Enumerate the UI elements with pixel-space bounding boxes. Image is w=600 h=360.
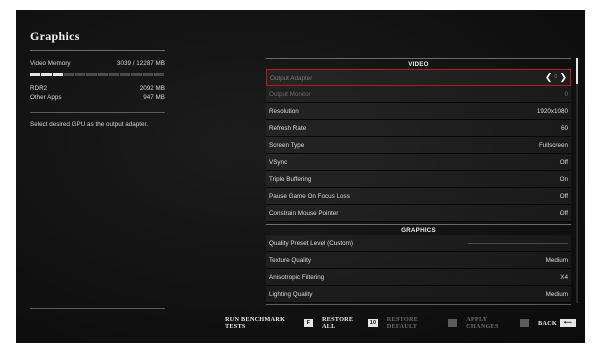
output-adapter-selector[interactable]: ❮ 0 ❯: [545, 70, 567, 85]
key-hint: [520, 319, 529, 327]
setting-vsync[interactable]: VSync Off: [266, 154, 571, 171]
other-apps-memory-stat: Other Apps 947 MB: [30, 94, 165, 101]
stat-label: Other Apps: [30, 94, 62, 101]
setting-label: Screen Type: [269, 142, 305, 149]
setting-value: Medium: [545, 291, 568, 298]
settings-list: Video Output Adapter ❮ 0 ❯ Output Monito…: [266, 58, 571, 303]
setting-triple-buffering[interactable]: Triple Buffering On: [266, 171, 571, 188]
setting-pause-on-focus-loss[interactable]: Pause Game On Focus Loss Off: [266, 188, 571, 205]
setting-value: 60: [560, 125, 568, 132]
setting-screen-type[interactable]: Screen Type Fullscreen: [266, 137, 571, 154]
stat-value: 947 MB: [143, 94, 165, 101]
setting-value: 0: [554, 74, 558, 80]
setting-value: 1920x1080: [536, 108, 568, 115]
video-memory-bar-segments: [30, 73, 165, 76]
section-header-graphics: Graphics: [266, 224, 571, 235]
setting-output-adapter[interactable]: Output Adapter ❮ 0 ❯: [266, 69, 571, 86]
setting-label: Texture Quality: [269, 257, 311, 264]
setting-label: Constrain Mouse Pointer: [269, 210, 339, 217]
section-header-video: Video: [266, 58, 571, 69]
setting-constrain-mouse-pointer[interactable]: Constrain Mouse Pointer Off: [266, 205, 571, 222]
setting-value: Fullscreen: [538, 142, 568, 149]
setting-value: X4: [560, 274, 568, 281]
action-label: Restore Default: [386, 316, 419, 330]
key-hint: 10: [367, 319, 378, 327]
setting-label: Output Adapter: [270, 75, 313, 82]
setting-anisotropic-filtering[interactable]: Anisotropic Filtering X4: [266, 269, 571, 286]
setting-label: Quality Preset Level (Custom): [269, 240, 353, 247]
stat-value: 3039 / 12287 MB: [117, 60, 165, 67]
action-label: Back: [538, 319, 557, 327]
scrollbar-thumb[interactable]: [576, 58, 578, 84]
setting-label: Pause Game On Focus Loss: [269, 193, 350, 200]
setting-lighting-quality[interactable]: Lighting Quality Medium: [266, 286, 571, 303]
video-memory-stat: Video Memory 3039 / 12287 MB: [30, 60, 165, 67]
setting-value: Off: [559, 193, 568, 200]
rdr2-memory-stat: RDR2 2092 MB: [30, 85, 165, 92]
divider: [30, 308, 165, 309]
setting-output-monitor: Output Monitor 0: [266, 86, 571, 103]
action-label: Run Benchmark Tests: [225, 316, 286, 330]
back-button[interactable]: Back ⟵: [538, 319, 576, 327]
stat-label: RDR2: [30, 85, 48, 92]
run-benchmark-button[interactable]: Run Benchmark Tests F: [225, 316, 313, 330]
setting-label: Lighting Quality: [269, 291, 313, 298]
screen: Graphics Video Memory 3039 / 12287 MB RD…: [0, 0, 600, 360]
action-label: Restore All: [321, 316, 354, 330]
setting-value: Off: [559, 159, 568, 166]
key-hint: [448, 319, 458, 327]
setting-texture-quality[interactable]: Texture Quality Medium: [266, 252, 571, 269]
setting-label: Resolution: [269, 108, 299, 115]
setting-refresh-rate[interactable]: Refresh Rate 60: [266, 120, 571, 137]
action-label: Apply Changes: [466, 316, 499, 330]
restore-all-button[interactable]: Restore All 10: [322, 316, 378, 330]
game-settings-window: Graphics Video Memory 3039 / 12287 MB RD…: [16, 10, 585, 343]
setting-resolution[interactable]: Resolution 1920x1080: [266, 103, 571, 120]
stat-label: Video Memory: [30, 60, 71, 67]
setting-value: On: [559, 176, 568, 183]
divider: [30, 50, 165, 51]
setting-value: Medium: [545, 257, 568, 264]
chevron-left-icon[interactable]: ❮: [545, 73, 553, 82]
quality-preset-slider[interactable]: [468, 243, 568, 244]
video-memory-bar: [30, 73, 165, 76]
setting-value: 0: [564, 91, 568, 98]
divider: [266, 304, 571, 305]
apply-changes-button[interactable]: Apply Changes: [466, 316, 529, 330]
page-title: Graphics: [30, 29, 80, 43]
chevron-right-icon[interactable]: ❯: [559, 73, 567, 82]
scrollbar[interactable]: [576, 58, 578, 303]
setting-label: Refresh Rate: [269, 125, 307, 132]
stat-value: 2092 MB: [139, 85, 165, 92]
setting-description: Select desired GPU as the output adapter…: [30, 121, 148, 128]
setting-quality-preset[interactable]: Quality Preset Level (Custom): [266, 235, 571, 252]
restore-default-button[interactable]: Restore Default: [386, 316, 458, 330]
setting-label: Triple Buffering: [269, 176, 312, 183]
setting-label: Anisotropic Filtering: [269, 274, 325, 281]
action-bar: Run Benchmark Tests F Restore All 10 Res…: [225, 316, 585, 330]
setting-value: Off: [559, 210, 568, 217]
key-hint: F: [303, 319, 313, 327]
setting-label: Output Monitor: [269, 91, 311, 98]
divider: [30, 112, 165, 113]
back-arrow-icon: ⟵: [560, 319, 576, 327]
setting-label: VSync: [269, 159, 288, 166]
